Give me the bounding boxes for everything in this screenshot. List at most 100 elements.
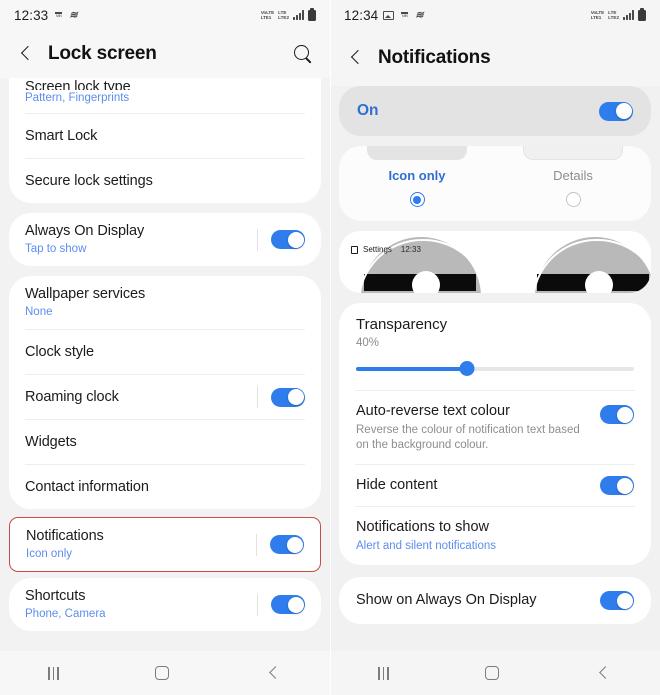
screenshot-icon (383, 10, 395, 20)
dual-screenshot-stage: 12:33 MIN ≋ VoLTE LTE1 LTE LTE2 Lock scr… (0, 0, 660, 695)
toggle-wrap (600, 476, 634, 495)
lte-icon: LTE LTE2 (608, 9, 619, 20)
row-smart-lock[interactable]: Smart Lock (9, 114, 321, 158)
slider-thumb[interactable] (459, 361, 475, 376)
row-notifications-highlighted[interactable]: Notifications Icon only (9, 517, 321, 572)
settings-app-icon (351, 245, 358, 254)
row-title: Clock style (25, 343, 94, 360)
settings-group-lock: Screen lock type Pattern, Fingerprints S… (9, 78, 321, 203)
toggle-wrap (243, 228, 305, 251)
option-details[interactable]: Details (495, 158, 651, 207)
signal-icon (623, 10, 634, 20)
row-description: Reverse the colour of notification text … (356, 424, 580, 451)
vibrate-icon: ≋ (69, 9, 77, 21)
row-contact-information[interactable]: Contact information (9, 465, 321, 509)
back-arrow-icon[interactable] (346, 47, 368, 69)
toggle-wrap (600, 402, 634, 424)
row-widgets[interactable]: Widgets (9, 420, 321, 464)
row-notifications-to-show[interactable]: Notifications to show Alert and silent n… (339, 507, 651, 565)
row-subtitle: Tap to show (25, 243, 87, 255)
row-title: Show on Always On Display (356, 592, 537, 608)
row-auto-reverse-text-colour[interactable]: Auto-reverse text colour Reverse the col… (339, 391, 651, 464)
stub-details (495, 146, 651, 160)
row-title: Notifications to show (356, 519, 489, 535)
signal-icon (293, 10, 304, 20)
row-title: Screen lock type (25, 79, 131, 90)
aod-card: Show on Always On Display (339, 577, 651, 624)
status-bar-left: 12:34 MIN ≋ (344, 7, 424, 23)
row-secure-lock-settings[interactable]: Secure lock settings (9, 159, 321, 203)
back-icon[interactable] (266, 665, 282, 681)
lte-icon: LTE LTE2 (278, 9, 289, 20)
recents-icon[interactable] (378, 666, 389, 680)
back-icon[interactable] (596, 665, 612, 681)
toggle-auto-reverse-text-colour[interactable] (600, 405, 634, 424)
row-subtitle: None (25, 306, 53, 318)
radio-details[interactable] (565, 192, 581, 207)
toggle-wrap (600, 591, 634, 610)
toggle-roaming-clock[interactable] (271, 387, 305, 407)
status-bar-left: 12:33 MIN ≋ (14, 7, 78, 23)
toggle-always-on-display[interactable] (271, 230, 305, 249)
option-label: Details (553, 168, 593, 183)
toggle-shortcuts[interactable] (271, 595, 305, 614)
battery-icon (308, 7, 316, 21)
preview-arc-right (532, 239, 651, 293)
dnd-icon: MIN (401, 12, 409, 18)
toggle-notifications-master[interactable] (599, 101, 633, 121)
status-bar-clock: 12:34 (344, 7, 379, 23)
row-title: Contact information (25, 478, 149, 495)
row-clock-style[interactable]: Clock style (9, 330, 321, 374)
slider-fill (356, 367, 468, 371)
toggle-show-on-aod[interactable] (600, 591, 634, 610)
home-icon[interactable] (485, 666, 500, 680)
row-show-on-always-on-display[interactable]: Show on Always On Display (339, 577, 651, 624)
style-options: Icon only Details (339, 158, 651, 207)
volte-icon: VoLTE LTE1 (590, 9, 605, 20)
preview-time: 12:33 (400, 245, 421, 254)
preview-app-name: Settings (363, 245, 392, 254)
toggle-hide-content[interactable] (600, 476, 634, 495)
master-switch-banner[interactable]: On (339, 86, 651, 136)
row-always-on-display[interactable]: Always On Display Tap to show (9, 213, 321, 266)
row-title: Roaming clock (25, 388, 119, 405)
toggle-wrap (243, 593, 305, 616)
left-navigation-bar (0, 651, 330, 695)
transparency-value: 40% (356, 337, 380, 349)
notification-style-chooser: Icon only Details (339, 146, 651, 221)
transparency-slider[interactable] (356, 358, 634, 380)
right-settings-list[interactable]: On Icon only Details Settings 12:33 Tran… (330, 86, 660, 651)
left-settings-list[interactable]: Screen lock type Pattern, Fingerprints S… (0, 78, 330, 651)
row-subtitle: Icon only (26, 548, 73, 560)
search-icon[interactable] (292, 43, 314, 65)
toggle-wrap (243, 386, 305, 408)
row-hide-content[interactable]: Hide content (339, 465, 651, 506)
vibrate-icon: ≋ (415, 9, 423, 21)
row-wallpaper-services[interactable]: Wallpaper services None (9, 276, 321, 329)
battery-icon (638, 7, 646, 21)
row-screen-lock-type[interactable]: Screen lock type Pattern, Fingerprints (9, 78, 321, 113)
transparency-block: Transparency 40% (339, 303, 651, 390)
toggle-notifications[interactable] (270, 535, 304, 554)
row-notifications[interactable]: Notifications Icon only (10, 518, 320, 571)
row-title: Wallpaper services (25, 286, 146, 302)
recents-icon[interactable] (48, 666, 59, 680)
transparency-title: Transparency (356, 316, 448, 333)
toggle-separator (256, 533, 257, 556)
page-title: Lock screen (48, 43, 157, 64)
page-title: Notifications (378, 47, 491, 68)
row-title: Always On Display (25, 223, 145, 239)
row-subtitle: Alert and silent notifications (356, 540, 496, 552)
option-icon-only[interactable]: Icon only (339, 158, 495, 207)
toggle-separator (257, 228, 258, 251)
toggle-wrap (242, 533, 304, 556)
row-title: Notifications (26, 528, 104, 544)
home-icon[interactable] (155, 666, 170, 680)
back-arrow-icon[interactable] (16, 43, 38, 65)
row-title: Smart Lock (25, 127, 98, 144)
status-bar-clock: 12:33 (14, 7, 49, 23)
row-roaming-clock[interactable]: Roaming clock (9, 375, 321, 419)
row-subtitle: Pattern, Fingerprints (25, 92, 130, 104)
radio-icon-only[interactable] (409, 192, 425, 207)
row-shortcuts[interactable]: Shortcuts Phone, Camera (9, 578, 321, 631)
